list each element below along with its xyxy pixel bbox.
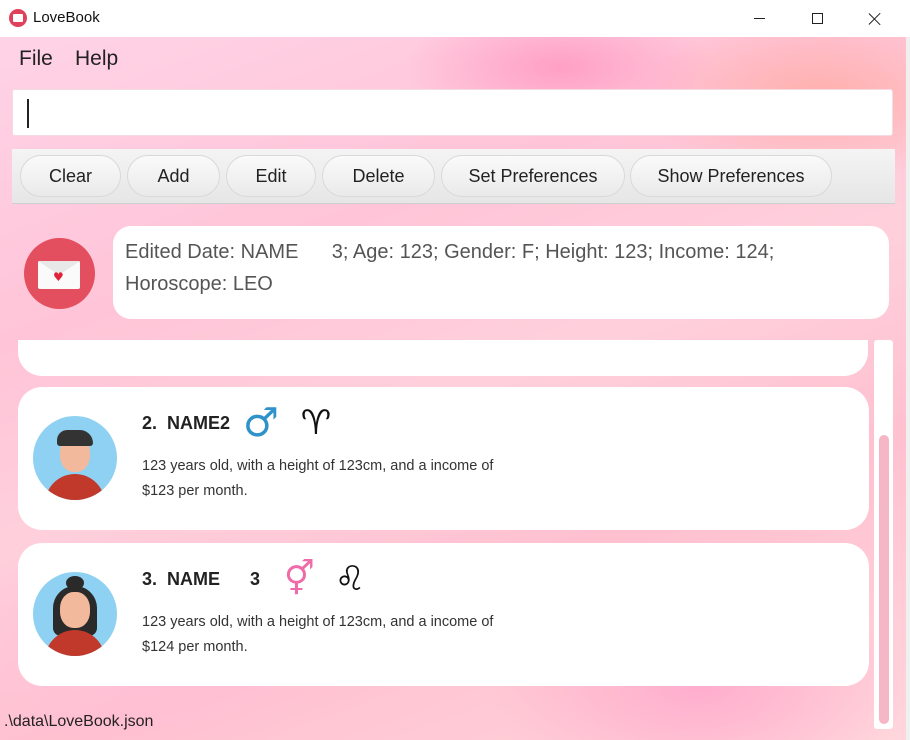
title-bar: LoveBook (0, 0, 910, 37)
maximize-icon (811, 13, 823, 24)
edit-button[interactable]: Edit (226, 155, 316, 197)
menu-bar: File Help (0, 37, 906, 83)
female-avatar (33, 572, 117, 656)
delete-button[interactable]: Delete (322, 155, 435, 197)
leo-icon: ♌ (334, 559, 366, 599)
male-icon: ♂ (243, 400, 279, 446)
menu-help[interactable]: Help (75, 47, 118, 71)
person-description: 123 years old, with a height of 123cm, a… (142, 614, 494, 655)
menu-file[interactable]: File (19, 47, 53, 71)
window-title: LoveBook (33, 9, 100, 26)
toolbar: Clear Add Edit Delete Set Preferences Sh… (12, 149, 895, 204)
command-input[interactable] (12, 89, 893, 136)
person-index: 3. (142, 569, 158, 589)
person-name: 2. NAME2 (142, 413, 230, 434)
female-icon: ⚥ (284, 559, 315, 599)
avatar-body (45, 474, 105, 500)
person-card[interactable]: 3. NAME 3 ⚥ ♌ 123 years old, with a heig… (18, 543, 869, 686)
show-preferences-button[interactable]: Show Preferences (630, 155, 832, 197)
scrollbar[interactable] (874, 340, 893, 729)
close-icon (868, 12, 882, 26)
minimize-icon (753, 18, 765, 19)
clear-button[interactable]: Clear (20, 155, 121, 197)
aries-icon: ♈ (300, 403, 332, 443)
person-name-text: NAME2 (167, 413, 231, 433)
text-caret (27, 99, 29, 128)
envelope-heart-icon: ♥ (24, 238, 95, 309)
person-card[interactable]: 2. NAME2 ♂ ♈ 123 years old, with a heigh… (18, 387, 869, 530)
avatar-face (60, 592, 90, 628)
add-button[interactable]: Add (127, 155, 220, 197)
male-avatar (33, 416, 117, 500)
person-name-text: NAME 3 (167, 569, 261, 589)
result-panel: ♥ Edited Date: NAME 3; Age: 123; Gender:… (0, 207, 906, 337)
avatar-body (45, 630, 105, 656)
close-button[interactable] (852, 0, 898, 37)
result-text: Edited Date: NAME 3; Age: 123; Gender: F… (125, 241, 775, 295)
list-item[interactable] (18, 340, 868, 376)
scrollbar-thumb[interactable] (879, 435, 889, 724)
minimize-button[interactable] (736, 0, 782, 37)
person-list[interactable]: 2. NAME2 ♂ ♈ 123 years old, with a heigh… (0, 340, 906, 705)
status-bar: .\data\LoveBook.json (0, 707, 906, 740)
maximize-button[interactable] (794, 0, 840, 37)
lovebook-app-icon (9, 9, 27, 27)
person-description: 123 years old, with a height of 123cm, a… (142, 458, 494, 499)
status-file-path: .\data\LoveBook.json (4, 713, 154, 730)
heart-icon: ♥ (53, 270, 64, 284)
result-display: Edited Date: NAME 3; Age: 123; Gender: F… (113, 226, 889, 319)
person-name: 3. NAME 3 (142, 569, 260, 590)
person-index: 2. (142, 413, 158, 433)
app-body: File Help Clear Add Edit Delete Set Pref… (0, 37, 906, 740)
avatar-hair (57, 430, 93, 446)
set-preferences-button[interactable]: Set Preferences (441, 155, 625, 197)
window-edge (906, 37, 910, 740)
